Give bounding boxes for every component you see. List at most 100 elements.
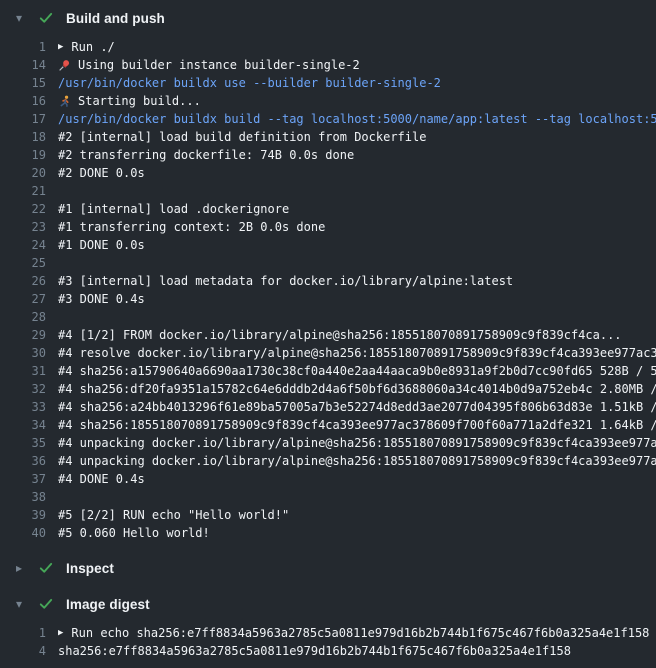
line-number[interactable]: 37 xyxy=(0,470,46,488)
log-group-line[interactable]: ▶Run echo sha256:e7ff8834a5963a2785c5a08… xyxy=(46,624,656,642)
log-text-content: #3 DONE 0.4s xyxy=(58,290,145,308)
log-text: #4 sha256:185518070891758909c9f839cf4ca3… xyxy=(46,416,656,434)
chevron-down-icon: ▾ xyxy=(16,12,30,24)
log-line: 20 #2 DONE 0.0s xyxy=(0,164,656,182)
section-title: Inspect xyxy=(66,561,114,576)
section-header-image-digest[interactable]: ▾Image digest xyxy=(0,586,656,622)
log-line: 38 xyxy=(0,488,656,506)
line-number[interactable]: 22 xyxy=(0,200,46,218)
log-text: Using builder instance builder-single-2 xyxy=(46,56,656,74)
log-text: #3 [internal] load metadata for docker.i… xyxy=(46,272,656,290)
line-number[interactable]: 26 xyxy=(0,272,46,290)
log-text-content: #4 sha256:a15790640a6690aa1730c38cf0a440… xyxy=(58,362,656,380)
log-text: #5 0.060 Hello world! xyxy=(46,524,656,542)
log-text-content: /usr/bin/docker buildx use --builder bui… xyxy=(58,74,441,92)
log-line: 22 #1 [internal] load .dockerignore xyxy=(0,200,656,218)
line-number[interactable]: 36 xyxy=(0,452,46,470)
log-text: #4 unpacking docker.io/library/alpine@sh… xyxy=(46,434,656,452)
log-line: 25 xyxy=(0,254,656,272)
line-number[interactable]: 23 xyxy=(0,218,46,236)
log-text-content: #2 [internal] load build definition from… xyxy=(58,128,426,146)
log-line: 15/usr/bin/docker buildx use --builder b… xyxy=(0,74,656,92)
line-number[interactable]: 14 xyxy=(0,56,46,74)
line-number[interactable]: 21 xyxy=(0,182,46,200)
line-number[interactable]: 28 xyxy=(0,308,46,326)
chevron-down-icon: ▾ xyxy=(16,598,30,610)
log-text-content: #5 [2/2] RUN echo "Hello world!" xyxy=(58,506,289,524)
expand-arrow-icon: ▶ xyxy=(58,38,63,56)
line-number[interactable]: 25 xyxy=(0,254,46,272)
log-text: #2 DONE 0.0s xyxy=(46,164,656,182)
log-line: 18 #2 [internal] load build definition fr… xyxy=(0,128,656,146)
line-number[interactable]: 1 xyxy=(0,624,46,642)
log-text xyxy=(46,308,656,326)
log-text-content: #3 [internal] load metadata for docker.i… xyxy=(58,272,513,290)
log-section-image-digest: ▾Image digest1▶Run echo sha256:e7ff8834a… xyxy=(0,586,656,668)
log-line: 35 #4 unpacking docker.io/library/alpine@… xyxy=(0,434,656,452)
log-text-content: #2 DONE 0.0s xyxy=(58,164,145,182)
line-number[interactable]: 24 xyxy=(0,236,46,254)
workflow-log-viewer: ▾Build and push1▶Run ./14Using builder i… xyxy=(0,0,656,668)
line-number[interactable]: 34 xyxy=(0,416,46,434)
log-line: 14Using builder instance builder-single-… xyxy=(0,56,656,74)
log-text: #4 sha256:df20fa9351a15782c64e6dddb2d4a6… xyxy=(46,380,656,398)
line-number[interactable]: 17 xyxy=(0,110,46,128)
section-header-inspect[interactable]: ▸ Inspect xyxy=(0,550,656,586)
log-line: 4sha256:e7ff8834a5963a2785c5a0811e979d16… xyxy=(0,642,656,660)
line-number[interactable]: 19 xyxy=(0,146,46,164)
log-text: #4 [1/2] FROM docker.io/library/alpine@s… xyxy=(46,326,656,344)
line-number[interactable]: 18 xyxy=(0,128,46,146)
line-number[interactable]: 38 xyxy=(0,488,46,506)
section-header-build-and-push[interactable]: ▾Build and push xyxy=(0,0,656,36)
log-text-content: Starting build... xyxy=(78,92,201,110)
log-text: #3 DONE 0.4s xyxy=(46,290,656,308)
line-number[interactable]: 20 xyxy=(0,164,46,182)
log-line: 23 #1 transferring context: 2B 0.0s done xyxy=(0,218,656,236)
line-number[interactable]: 4 xyxy=(0,642,46,660)
log-line: 29 #4 [1/2] FROM docker.io/library/alpine… xyxy=(0,326,656,344)
line-number[interactable]: 39 xyxy=(0,506,46,524)
log-text-content: #4 [1/2] FROM docker.io/library/alpine@s… xyxy=(58,326,622,344)
log-line: 31 #4 sha256:a15790640a6690aa1730c38cf0a4… xyxy=(0,362,656,380)
log-text: #2 transferring dockerfile: 74B 0.0s don… xyxy=(46,146,656,164)
log-line: 32#4 sha256:df20fa9351a15782c64e6dddb2d4… xyxy=(0,380,656,398)
log-text xyxy=(46,488,656,506)
log-line: 21 xyxy=(0,182,656,200)
log-line: 39 #5 [2/2] RUN echo "Hello world!" xyxy=(0,506,656,524)
log-text-content: #4 unpacking docker.io/library/alpine@sh… xyxy=(58,434,656,452)
log-line: 16 Starting build... xyxy=(0,92,656,110)
log-text: #4 resolve docker.io/library/alpine@sha2… xyxy=(46,344,656,362)
line-number[interactable]: 35 xyxy=(0,434,46,452)
chevron-right-icon: ▸ xyxy=(16,562,30,574)
line-number[interactable]: 29 xyxy=(0,326,46,344)
log-text: /usr/bin/docker buildx use --builder bui… xyxy=(46,74,656,92)
log-text-content: #1 transferring context: 2B 0.0s done xyxy=(58,218,325,236)
log-lines-image-digest: 1▶Run echo sha256:e7ff8834a5963a2785c5a0… xyxy=(0,622,656,668)
log-text-content: /usr/bin/docker buildx build --tag local… xyxy=(58,110,656,128)
line-number[interactable]: 40 xyxy=(0,524,46,542)
line-number[interactable]: 27 xyxy=(0,290,46,308)
log-text-content: #1 [internal] load .dockerignore xyxy=(58,200,289,218)
log-group-line[interactable]: ▶Run ./ xyxy=(46,38,656,56)
line-number[interactable]: 1 xyxy=(0,38,46,56)
success-check-icon xyxy=(38,560,56,576)
log-line: 28 xyxy=(0,308,656,326)
log-text: #2 [internal] load build definition from… xyxy=(46,128,656,146)
log-line: 33#4 sha256:a24bb4013296f61e89ba57005a7b… xyxy=(0,398,656,416)
log-text: Starting build... xyxy=(46,92,656,110)
log-text: #4 DONE 0.4s xyxy=(46,470,656,488)
log-line: 34#4 sha256:185518070891758909c9f839cf4c… xyxy=(0,416,656,434)
log-text-content: #5 0.060 Hello world! xyxy=(58,524,210,542)
log-line: 27 #3 DONE 0.4s xyxy=(0,290,656,308)
line-number[interactable]: 30 xyxy=(0,344,46,362)
success-check-icon xyxy=(38,10,56,26)
log-section-build-and-push: ▾Build and push 1▶Run ./14Using builder i… xyxy=(0,0,656,550)
line-number[interactable]: 32 xyxy=(0,380,46,398)
log-text: /usr/bin/docker buildx build --tag local… xyxy=(46,110,656,128)
line-number[interactable]: 33 xyxy=(0,398,46,416)
line-number[interactable]: 15 xyxy=(0,74,46,92)
log-text-content: #2 transferring dockerfile: 74B 0.0s don… xyxy=(58,146,354,164)
line-number[interactable]: 16 xyxy=(0,92,46,110)
line-number[interactable]: 31 xyxy=(0,362,46,380)
log-text: #4 sha256:a15790640a6690aa1730c38cf0a440… xyxy=(46,362,656,380)
